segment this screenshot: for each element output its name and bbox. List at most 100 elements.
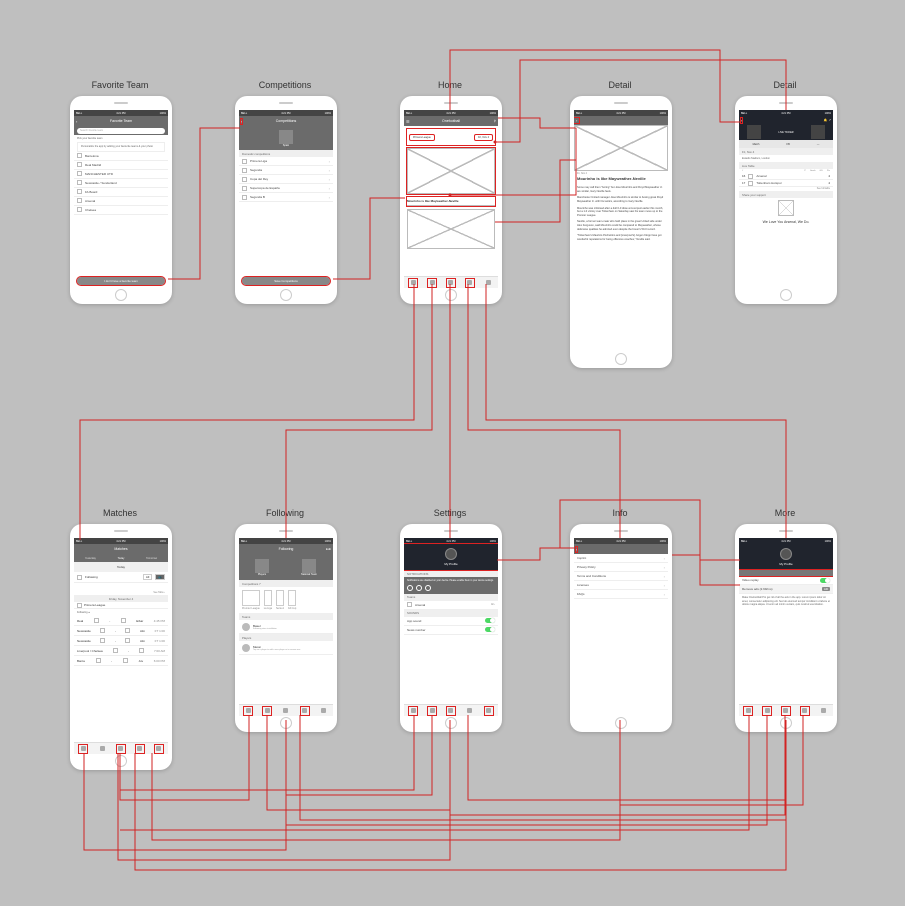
toggle-all[interactable]: All	[143, 574, 152, 580]
tab-more[interactable]	[319, 706, 329, 716]
checkbox-icon[interactable]	[242, 195, 247, 200]
match-row[interactable]: Newcastle-Alm FT 1:00	[74, 626, 168, 636]
notif-opt-icon[interactable]	[425, 585, 431, 591]
headline-link[interactable]: Mourinho is like Mayweather-Neville	[407, 197, 495, 206]
skip-favorite-button[interactable]: I don't have a favorite team	[77, 277, 165, 285]
tab-following[interactable]	[446, 706, 456, 716]
save-competitions-button[interactable]: Save Competitions	[242, 277, 330, 285]
tab-home[interactable]	[408, 278, 418, 288]
match-row[interactable]: Liverpool / Chelsea- 7:00 AM	[74, 646, 168, 656]
checkbox-icon[interactable]	[77, 189, 82, 194]
toggle-switch[interactable]	[485, 627, 495, 632]
bell-icon[interactable]: 🔔 ↗	[824, 118, 831, 122]
tab-matches[interactable]	[427, 706, 437, 716]
news-row[interactable]: News number	[404, 626, 498, 635]
team-row[interactable]: MANCHESTER UTD	[74, 170, 168, 179]
checkbox-icon[interactable]	[77, 153, 82, 158]
tab-matches[interactable]	[427, 278, 437, 288]
tab-matches[interactable]	[97, 744, 107, 754]
team-item[interactable]: Basel Following since installation	[239, 620, 333, 634]
info-row[interactable]: Terms and Conditions›	[574, 572, 668, 581]
checkbox-icon[interactable]	[77, 575, 82, 580]
notif-opt-icon[interactable]	[407, 585, 413, 591]
edit-button[interactable]: Edit	[326, 547, 331, 551]
sound-row[interactable]: App sound	[404, 617, 498, 626]
checkbox-icon[interactable]	[242, 168, 247, 173]
info-row[interactable]: Licenses›	[574, 581, 668, 590]
tab-following[interactable]	[781, 706, 791, 716]
back-icon[interactable]: ‹	[574, 118, 579, 123]
tab-settings[interactable]	[300, 706, 310, 716]
comp-tile[interactable]	[242, 590, 260, 606]
table-row[interactable]: 17 Tottenham Hotspur 4	[739, 180, 833, 187]
tab-matches[interactable]	[762, 706, 772, 716]
comp-row[interactable]: Primera Liga›	[239, 157, 333, 166]
checkbox-icon[interactable]	[242, 159, 247, 164]
info-row[interactable]: Privacy Policy›	[574, 563, 668, 572]
tab-more[interactable]	[154, 744, 164, 754]
match-row[interactable]: Newcastle-Alm FT 1:00	[74, 636, 168, 646]
checkbox-icon[interactable]	[242, 186, 247, 191]
tab-home[interactable]	[243, 706, 253, 716]
table-row[interactable]: 16 Arsenal 4	[739, 173, 833, 180]
back-icon[interactable]: ‹	[76, 119, 77, 124]
tab-more[interactable]	[819, 706, 829, 716]
comp-row[interactable]: Copa del Rey›	[239, 175, 333, 184]
match-row[interactable]: Real-Eibar 4:45 PM	[74, 616, 168, 626]
back-icon[interactable]: ‹	[241, 119, 242, 124]
checkbox-icon[interactable]	[77, 180, 82, 185]
tab-home[interactable]	[408, 706, 418, 716]
tab-following[interactable]	[446, 278, 456, 288]
profile-hero[interactable]: My Profile	[739, 544, 833, 570]
video-row[interactable]: Video replay	[739, 576, 833, 585]
checkbox-icon[interactable]	[242, 177, 247, 182]
comp-tile[interactable]	[264, 590, 272, 606]
toggle-switch[interactable]	[485, 618, 495, 623]
info-row[interactable]: FAQs›	[574, 590, 668, 599]
team-row[interactable]: Barcelona	[74, 152, 168, 161]
team-row[interactable]: Arsenal All ›	[404, 601, 498, 610]
comp-row[interactable]: Segunda B›	[239, 193, 333, 202]
team-row[interactable]: Newcastle / Sunderland	[74, 179, 168, 188]
team-row[interactable]: Chelsea	[74, 206, 168, 215]
search-input[interactable]: Search favorite team	[77, 128, 165, 134]
secondary-image[interactable]	[407, 209, 495, 249]
back-icon[interactable]: ‹	[576, 547, 577, 552]
search-icon[interactable]: ⚲	[494, 119, 496, 123]
share-image[interactable]	[778, 200, 794, 216]
checkbox-icon[interactable]	[77, 198, 82, 203]
tab-following[interactable]	[281, 706, 291, 716]
tab-following[interactable]	[116, 744, 126, 754]
tab-home[interactable]	[78, 744, 88, 754]
national-tile[interactable]	[302, 559, 316, 573]
comp-row[interactable]: Supercopa de España›	[239, 184, 333, 193]
notif-opt-icon[interactable]	[416, 585, 422, 591]
toggle-switch[interactable]	[820, 578, 830, 583]
player-item[interactable]: Messi Tap on a player to add a new playe…	[239, 641, 333, 655]
players-tile[interactable]	[255, 559, 269, 573]
tab-settings[interactable]	[465, 278, 475, 288]
toggle-following[interactable]: 📺	[155, 574, 165, 580]
tab-settings[interactable]	[135, 744, 145, 754]
segmented-control[interactable]: MatchFB—	[739, 140, 833, 148]
day-tabs[interactable]: YesterdayTodayTomorrow	[74, 554, 168, 562]
checkbox-icon[interactable]	[77, 171, 82, 176]
info-row[interactable]: Imprint›	[574, 554, 668, 563]
ad-header-row[interactable]: Remove ads (2.99/mo) AD	[739, 585, 833, 594]
team-row[interactable]: Arsenal	[74, 197, 168, 206]
tab-settings[interactable]	[800, 706, 810, 716]
match-row[interactable]: Barca-Juv 6:00 PM	[74, 656, 168, 666]
comp-row[interactable]: Segunda›	[239, 166, 333, 175]
comp-tile[interactable]	[276, 590, 284, 606]
tab-more[interactable]	[484, 706, 494, 716]
comp-tile[interactable]	[288, 590, 296, 606]
tab-more[interactable]	[484, 278, 494, 288]
hero-image[interactable]	[407, 148, 495, 194]
team-row[interactable]: FA Board	[74, 188, 168, 197]
menu-icon[interactable]: ☰	[406, 119, 410, 124]
back-icon[interactable]: ‹	[741, 118, 742, 123]
checkbox-icon[interactable]	[77, 162, 82, 167]
tab-home[interactable]	[743, 706, 753, 716]
tab-settings[interactable]	[465, 706, 475, 716]
profile-hero[interactable]: My Profile	[404, 544, 498, 570]
